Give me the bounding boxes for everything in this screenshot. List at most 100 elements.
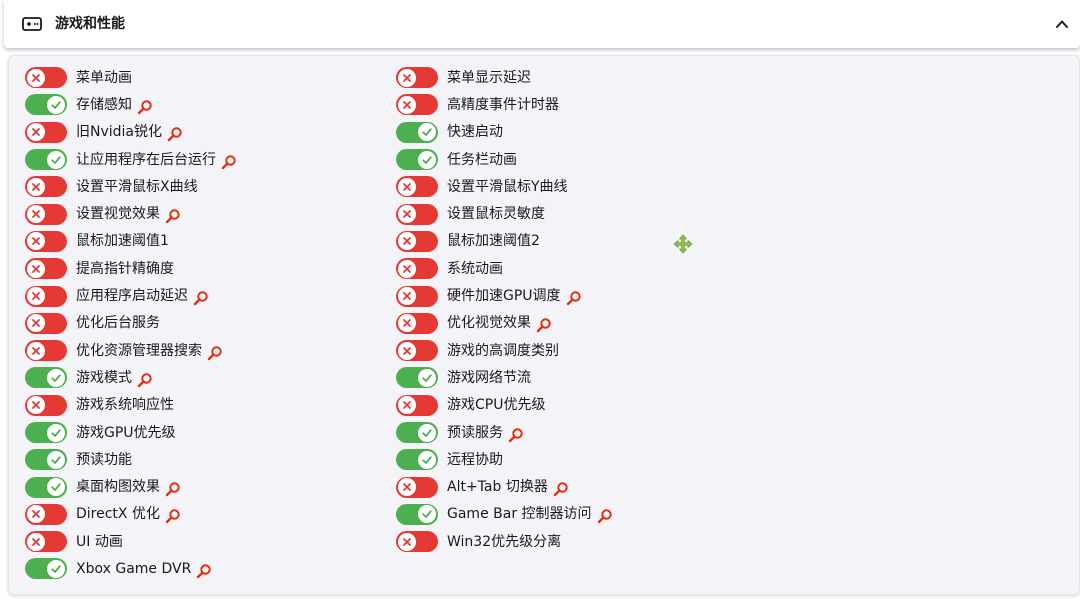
toggle-knob bbox=[398, 205, 416, 224]
search-icon[interactable] bbox=[137, 372, 153, 388]
toggle-switch-on[interactable] bbox=[396, 121, 438, 143]
toggle-switch-off[interactable] bbox=[396, 258, 438, 280]
toggle-switch-off[interactable] bbox=[25, 67, 67, 89]
toggle-knob bbox=[47, 559, 65, 578]
search-icon[interactable] bbox=[207, 345, 223, 361]
cross-icon bbox=[32, 346, 40, 355]
search-icon[interactable] bbox=[165, 508, 181, 524]
toggle-knob bbox=[398, 478, 416, 497]
toggle-label: 优化资源管理器搜索 bbox=[76, 342, 202, 359]
search-icon[interactable] bbox=[566, 290, 582, 306]
toggle-knob bbox=[398, 314, 416, 333]
left-toggle-row-13: 游戏GPU优先级 bbox=[25, 419, 237, 446]
toggle-label: 预读服务 bbox=[447, 424, 503, 441]
toggle-switch-off[interactable] bbox=[25, 176, 67, 198]
toggle-label: 游戏的高调度类别 bbox=[447, 342, 559, 359]
toggle-switch-on[interactable] bbox=[396, 503, 438, 525]
toggle-label: Alt+Tab 切换器 bbox=[447, 479, 548, 496]
check-icon bbox=[51, 101, 61, 109]
left-toggle-row-4: 设置平滑鼠标X曲线 bbox=[25, 173, 237, 200]
toggle-label: 系统动画 bbox=[447, 260, 503, 277]
toggle-label: 高精度事件计时器 bbox=[447, 96, 559, 113]
toggle-switch-on[interactable] bbox=[25, 149, 67, 171]
toggle-switch-off[interactable] bbox=[396, 394, 438, 416]
left-toggle-row-1: 存储感知 bbox=[25, 91, 237, 118]
cross-icon bbox=[403, 537, 411, 546]
toggle-switch-off[interactable] bbox=[396, 312, 438, 334]
chevron-up-icon[interactable] bbox=[1054, 16, 1070, 32]
toggle-switch-off[interactable] bbox=[25, 230, 67, 252]
toggle-knob bbox=[47, 150, 65, 169]
toggle-switch-off[interactable] bbox=[396, 531, 438, 553]
toggle-switch-on[interactable] bbox=[25, 367, 67, 389]
toggle-label: 存储感知 bbox=[76, 96, 132, 113]
toggle-switch-on[interactable] bbox=[396, 449, 438, 471]
search-icon[interactable] bbox=[196, 563, 212, 579]
toggle-switch-off[interactable] bbox=[396, 203, 438, 225]
toggle-label: 游戏网络节流 bbox=[447, 369, 531, 386]
section-title: 游戏和性能 bbox=[55, 16, 125, 32]
toggle-switch-on[interactable] bbox=[396, 422, 438, 443]
left-toggle-row-5: 设置视觉效果 bbox=[25, 200, 237, 227]
toggle-switch-off[interactable] bbox=[25, 121, 67, 143]
toggle-switch-off[interactable] bbox=[396, 176, 438, 198]
search-icon[interactable] bbox=[167, 126, 183, 142]
cross-icon bbox=[403, 73, 411, 82]
right-toggle-row-15: Alt+Tab 切换器 bbox=[396, 473, 613, 500]
toggle-switch-off[interactable] bbox=[396, 94, 438, 116]
toggle-switch-off[interactable] bbox=[25, 312, 67, 334]
toggle-label: 游戏系统响应性 bbox=[76, 397, 174, 414]
toggle-label: 优化后台服务 bbox=[76, 315, 160, 332]
search-icon[interactable] bbox=[193, 290, 209, 306]
section-header[interactable]: 游戏和性能 bbox=[4, 0, 1080, 48]
search-icon[interactable] bbox=[536, 317, 552, 333]
toggle-switch-off[interactable] bbox=[396, 230, 438, 252]
search-icon[interactable] bbox=[137, 99, 153, 115]
toggle-label: 应用程序启动延迟 bbox=[76, 288, 188, 305]
toggle-knob bbox=[398, 177, 416, 196]
toggle-label: 优化视觉效果 bbox=[447, 315, 531, 332]
check-icon bbox=[51, 374, 61, 382]
toggle-knob bbox=[418, 505, 436, 524]
toggle-switch-on[interactable] bbox=[25, 94, 67, 116]
toggle-knob bbox=[398, 259, 416, 278]
toggle-switch-on[interactable] bbox=[396, 367, 438, 389]
toggle-knob bbox=[47, 478, 65, 497]
left-toggle-row-6: 鼠标加速阈值1 bbox=[25, 228, 237, 255]
toggle-switch-off[interactable] bbox=[396, 340, 438, 362]
check-icon bbox=[51, 565, 61, 573]
toggle-switch-off[interactable] bbox=[25, 340, 67, 362]
check-icon bbox=[51, 483, 61, 491]
search-icon[interactable] bbox=[165, 208, 181, 224]
search-icon[interactable] bbox=[553, 481, 569, 497]
toggle-switch-off[interactable] bbox=[25, 503, 67, 525]
toggle-switch-off[interactable] bbox=[25, 394, 67, 416]
toggle-label: Win32优先级分离 bbox=[447, 533, 562, 550]
toggle-switch-on[interactable] bbox=[396, 149, 438, 171]
toggle-switch-off[interactable] bbox=[25, 258, 67, 280]
toggle-switch-on[interactable] bbox=[25, 476, 67, 498]
search-icon[interactable] bbox=[597, 508, 613, 524]
toggle-knob bbox=[27, 259, 45, 278]
right-toggle-row-7: 系统动画 bbox=[396, 255, 613, 282]
cross-icon bbox=[403, 264, 411, 273]
toggle-switch-off[interactable] bbox=[396, 285, 438, 307]
toggle-switch-on[interactable] bbox=[25, 558, 67, 580]
right-toggle-row-16: Game Bar 控制器访问 bbox=[396, 501, 613, 528]
toggle-switch-off[interactable] bbox=[25, 531, 67, 553]
toggle-switch-off[interactable] bbox=[396, 476, 438, 498]
right-toggle-row-3: 任务栏动画 bbox=[396, 146, 613, 173]
search-icon[interactable] bbox=[221, 154, 237, 170]
search-icon[interactable] bbox=[165, 481, 181, 497]
right-toggle-row-12: 游戏CPU优先级 bbox=[396, 392, 613, 419]
toggle-knob bbox=[47, 450, 65, 469]
toggle-switch-on[interactable] bbox=[25, 449, 67, 471]
search-icon[interactable] bbox=[508, 427, 524, 443]
toggle-switch-off[interactable] bbox=[25, 203, 67, 225]
toggle-switch-off[interactable] bbox=[25, 285, 67, 307]
toggle-switch-on[interactable] bbox=[25, 422, 67, 443]
left-toggle-row-0: 菜单动画 bbox=[25, 64, 237, 91]
toggle-label: 鼠标加速阈值1 bbox=[76, 233, 169, 250]
toggle-switch-off[interactable] bbox=[396, 67, 438, 89]
cross-icon bbox=[403, 483, 411, 491]
